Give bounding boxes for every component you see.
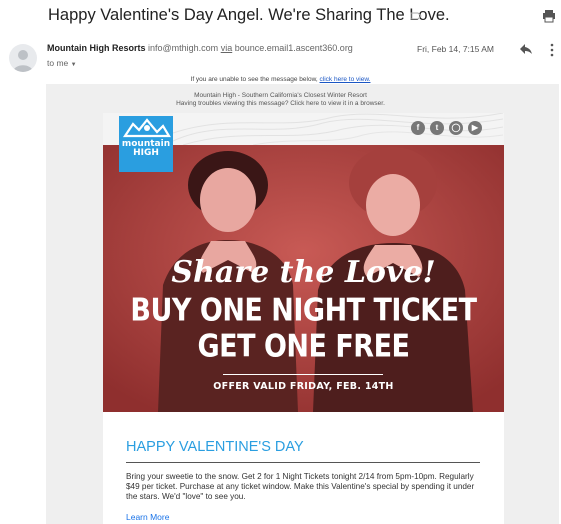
recipient-label: to me [47, 58, 69, 68]
view-notice-text: If you are unable to see the message bel… [190, 76, 318, 83]
content-title: HAPPY VALENTINE'S DAY [126, 439, 304, 455]
view-notice: If you are unable to see the message bel… [0, 76, 561, 83]
twitter-icon[interactable]: t [430, 121, 444, 135]
newsletter: f t ◯ ▶ mountain HIGH Share the Love! BU… [103, 113, 504, 524]
view-online-link[interactable]: click here to view. [320, 76, 371, 83]
via-link[interactable]: via [221, 43, 233, 53]
sender-name[interactable]: Mountain High Resorts [47, 43, 146, 53]
instagram-icon[interactable]: ◯ [449, 121, 463, 135]
reply-icon[interactable] [519, 43, 533, 55]
hero-banner[interactable]: Share the Love! BUY ONE NIGHT TICKET GET… [103, 145, 504, 412]
more-vert-icon[interactable] [549, 43, 555, 57]
learn-more-link[interactable]: Learn More [126, 512, 169, 522]
recipient-toggle[interactable]: to me ▼ [47, 58, 77, 68]
hero-headline-2: GET ONE FREE [197, 328, 410, 365]
hero-offer-text: OFFER VALID FRIDAY, FEB. 14TH [213, 381, 394, 392]
mountain-high-logo[interactable]: mountain HIGH [119, 116, 173, 172]
email-subject-row: Happy Valentine's Day Angel. We're Shari… [0, 0, 561, 34]
person-icon [13, 50, 33, 72]
facebook-icon[interactable]: f [411, 121, 425, 135]
sender-line: Mountain High Resorts info@mthigh.com vi… [47, 43, 353, 53]
hero-headline-1: BUY ONE NIGHT TICKET [130, 292, 477, 329]
logo-mountain-icon [122, 118, 171, 138]
hero-divider [223, 374, 383, 375]
via-domain: bounce.email1.ascent360.org [234, 43, 353, 53]
email-date: Fri, Feb 14, 7:15 AM [417, 44, 495, 54]
youtube-icon[interactable]: ▶ [468, 121, 482, 135]
chevron-down-icon: ▼ [70, 62, 77, 68]
content-body: Bring your sweetie to the snow. Get 2 fo… [126, 472, 475, 501]
hero-script-heading: Share the Love! [171, 255, 436, 290]
preheader: Mountain High - Southern California's Cl… [0, 92, 561, 108]
email-subject: Happy Valentine's Day Angel. We're Shari… [48, 6, 450, 24]
browser-view-link[interactable]: Having troubles viewing this message? Cl… [0, 100, 561, 108]
sender-address: info@mthigh.com [148, 43, 219, 53]
resort-line: Mountain High - Southern California's Cl… [194, 92, 367, 99]
sender-avatar [9, 44, 37, 72]
logo-text-bottom: HIGH [133, 148, 159, 158]
print-icon[interactable] [542, 9, 556, 23]
content-divider [126, 462, 480, 463]
label-icon[interactable] [410, 10, 422, 22]
